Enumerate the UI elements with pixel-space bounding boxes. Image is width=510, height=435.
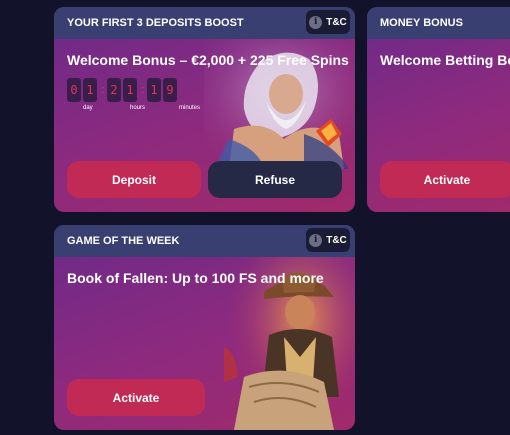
- refuse-button[interactable]: Refuse: [208, 161, 342, 198]
- bonus-card-game-of-week: GAME OF THE WEEK i T&C Book of Fallen: U…: [54, 225, 355, 430]
- tc-label: T&C: [326, 16, 347, 28]
- timer-digit: 1: [83, 78, 97, 102]
- info-icon: i: [309, 233, 323, 247]
- card-header-label: GAME OF THE WEEK: [67, 235, 180, 247]
- tc-button[interactable]: i T&C: [306, 10, 350, 34]
- deposit-button[interactable]: Deposit: [67, 161, 201, 198]
- timer-label-hours: hours: [130, 105, 146, 111]
- timer-digit: 9: [163, 78, 177, 102]
- timer-separator: :: [141, 84, 145, 96]
- bonus-title: Book of Fallen: Up to 100 FS and more: [67, 270, 324, 286]
- bonus-card-welcome: YOUR FIRST 3 DEPOSITS BOOST i T&C Welcom…: [54, 7, 355, 212]
- card-header: GAME OF THE WEEK i T&C: [54, 225, 355, 257]
- bonus-card-money: MONEY BONUS Welcome Betting Bonus Activa…: [367, 7, 510, 212]
- bonus-title: Welcome Bonus – €2,000 + 225 Free Spins: [67, 52, 349, 68]
- timer-digit: 2: [107, 78, 121, 102]
- card-header-label: MONEY BONUS: [380, 17, 463, 29]
- timer-label-day: day: [83, 105, 93, 111]
- tc-button[interactable]: i T&C: [306, 228, 350, 252]
- activate-button[interactable]: Activate: [67, 379, 205, 416]
- bonuses-page: YOUR FIRST 3 DEPOSITS BOOST i T&C Welcom…: [0, 0, 510, 435]
- timer-digit: 0: [67, 78, 81, 102]
- timer-digit: 1: [123, 78, 137, 102]
- tc-label: T&C: [326, 234, 347, 246]
- countdown-timer: 0 1 : 2 1 : 1 9: [67, 78, 179, 102]
- card-header-label: YOUR FIRST 3 DEPOSITS BOOST: [67, 17, 244, 29]
- timer-digit: 1: [147, 78, 161, 102]
- card-header: YOUR FIRST 3 DEPOSITS BOOST i T&C: [54, 7, 355, 39]
- timer-separator: :: [101, 84, 105, 96]
- card-header: MONEY BONUS: [367, 7, 510, 39]
- activate-button[interactable]: Activate: [380, 161, 510, 198]
- bonus-title: Welcome Betting Bonus: [380, 52, 510, 68]
- timer-label-minutes: minutes: [179, 105, 201, 111]
- info-icon: i: [309, 15, 323, 29]
